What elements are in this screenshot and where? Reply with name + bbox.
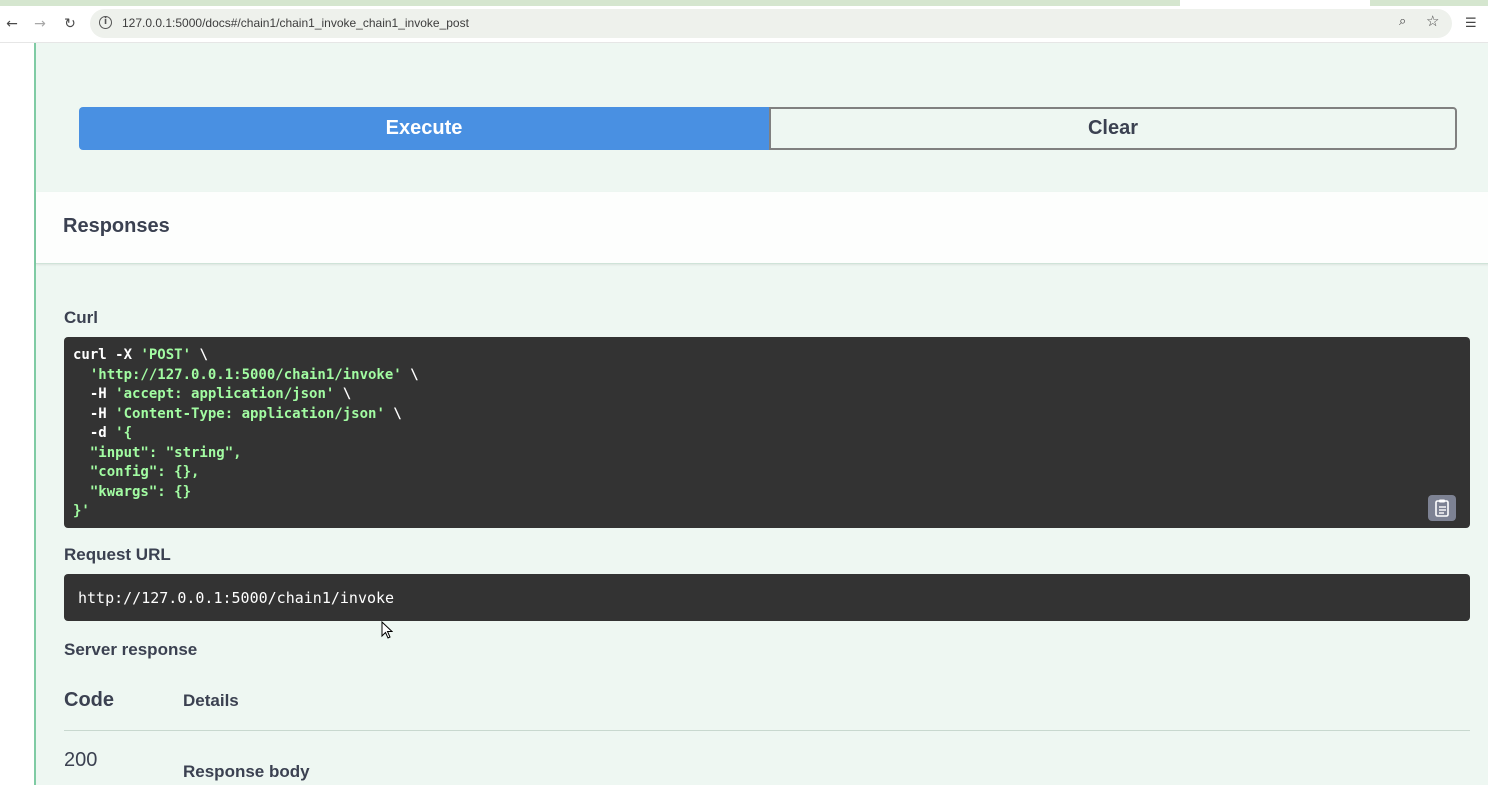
request-url-label: Request URL — [64, 545, 171, 564]
site-info-icon[interactable]: i — [99, 16, 112, 29]
server-response-label: Server response — [64, 640, 198, 659]
curl-line: "kwargs": {} — [73, 484, 191, 500]
curl-string-token: 'Content-Type: application/json' — [115, 405, 385, 422]
curl-string-token: 'POST' — [140, 347, 192, 363]
browser-toolbar: ← → ↻ i 127.0.0.1:5000/docs#/chain1/chai… — [0, 6, 1488, 43]
curl-line: -d '{ — [73, 425, 133, 441]
mouse-cursor-icon — [381, 621, 393, 639]
address-bar[interactable]: i 127.0.0.1:5000/docs#/chain1/chain1_inv… — [90, 9, 1452, 38]
curl-code-block[interactable]: curl -X 'POST' \ 'http://127.0.0.1:5000/… — [64, 337, 1470, 528]
curl-line: "config": {}, — [73, 464, 200, 480]
back-icon[interactable]: ← — [2, 14, 22, 34]
curl-line: curl -X 'POST' \ — [73, 347, 208, 363]
copy-to-clipboard-icon[interactable] — [1428, 495, 1456, 521]
curl-string-token: }' — [73, 503, 90, 519]
responses-title: Responses — [63, 215, 170, 237]
curl-command[interactable]: curl -X 'POST' \ 'http://127.0.0.1:5000/… — [73, 346, 419, 522]
forward-icon[interactable]: → — [30, 14, 50, 34]
bookmark-star-icon[interactable]: ☆ — [1426, 12, 1439, 30]
curl-string-token: "kwargs": {} — [73, 483, 192, 500]
column-details-header: Details — [183, 691, 239, 710]
responses-table-header: Code Details — [64, 673, 1470, 731]
reload-icon[interactable]: ↻ — [60, 14, 80, 34]
responses-header: Responses — [36, 192, 1488, 264]
request-url-block[interactable]: http://127.0.0.1:5000/chain1/invoke — [64, 574, 1470, 621]
request-url-value[interactable]: http://127.0.0.1:5000/chain1/invoke — [78, 589, 394, 607]
execute-button[interactable]: Execute — [79, 107, 769, 150]
page-viewport: Execute Clear Responses Curl curl -X 'PO… — [0, 43, 1488, 785]
curl-line: 'http://127.0.0.1:5000/chain1/invoke' \ — [89, 366, 419, 383]
curl-string-token: "config": {}, — [73, 464, 200, 480]
operation-block: Execute Clear Responses Curl curl -X 'PO… — [34, 43, 1488, 785]
curl-line: -H 'accept: application/json' \ — [73, 386, 352, 402]
execute-wrapper: Execute Clear — [79, 107, 1457, 150]
clear-button[interactable]: Clear — [769, 107, 1457, 150]
response-status-code: 200 — [64, 749, 98, 771]
zoom-icon[interactable]: ⌕ — [1399, 14, 1406, 29]
response-body-label: Response body — [183, 762, 310, 781]
address-url[interactable]: 127.0.0.1:5000/docs#/chain1/chain1_invok… — [122, 16, 469, 30]
curl-string-token: '{ — [115, 425, 133, 441]
curl-line: }' — [73, 503, 90, 519]
curl-line: -H 'Content-Type: application/json' \ — [73, 405, 402, 422]
curl-line: "input": "string", — [73, 445, 242, 461]
curl-string-token: 'http://127.0.0.1:5000/chain1/invoke' — [89, 366, 402, 383]
curl-string-token: "input": "string", — [73, 444, 242, 461]
curl-string-token: 'accept: application/json' — [115, 386, 335, 402]
column-code-header: Code — [64, 689, 114, 711]
curl-label: Curl — [64, 308, 98, 327]
reading-list-icon[interactable]: ☰ — [1465, 16, 1477, 31]
